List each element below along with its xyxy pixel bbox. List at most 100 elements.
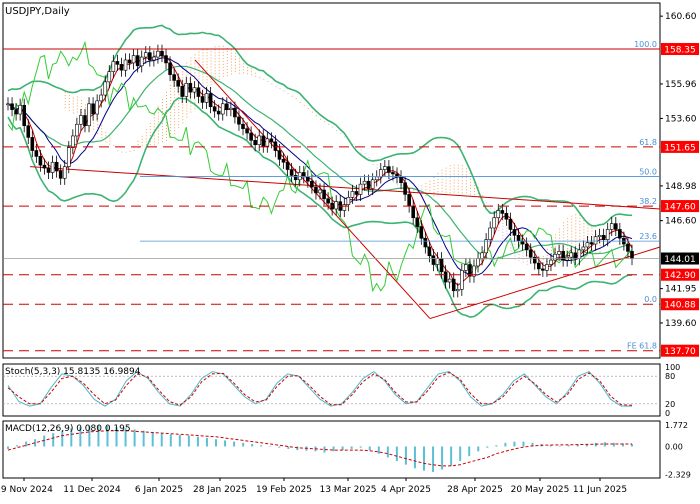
cloud-dot xyxy=(174,94,176,96)
cloud-dot xyxy=(449,192,451,194)
y-tick-label: 139.60 xyxy=(665,319,697,329)
cloud-dot xyxy=(202,88,204,90)
cloud-dot xyxy=(64,95,66,97)
cloud-dot xyxy=(218,57,220,59)
cloud-dot xyxy=(583,229,585,231)
cloud-dot xyxy=(202,52,204,54)
cloud-dot xyxy=(433,195,435,197)
candle-body xyxy=(383,166,387,170)
cloud-dot xyxy=(161,102,163,104)
cloud-dot xyxy=(473,185,475,187)
cloud-dot xyxy=(210,54,212,56)
cloud-dot xyxy=(206,67,208,69)
cloud-dot xyxy=(307,108,309,110)
cloud-dot xyxy=(202,61,204,63)
cloud-dot xyxy=(145,135,147,137)
cloud-dot xyxy=(453,191,455,193)
cloud-dot xyxy=(243,72,245,74)
candle-body xyxy=(484,239,488,254)
cloud-dot xyxy=(202,79,204,81)
macd-histogram-bar xyxy=(341,446,344,451)
fib-label: 50.0 xyxy=(639,168,657,177)
cloud-dot xyxy=(238,66,240,68)
level-fib-label: 100.0 xyxy=(634,40,657,49)
cloud-dot xyxy=(490,208,492,210)
cloud-dot xyxy=(320,118,321,120)
cloud-dot xyxy=(587,233,589,235)
cloud-dot xyxy=(186,74,188,76)
cloud-dot xyxy=(174,97,176,99)
price-level-label: 147.60 xyxy=(664,203,696,213)
cloud-dot xyxy=(457,167,459,169)
cloud-dot xyxy=(429,180,431,182)
cloud-dot xyxy=(129,151,131,153)
cloud-dot xyxy=(157,121,159,123)
cloud-dot xyxy=(461,165,463,167)
cloud-dot xyxy=(186,110,188,112)
cloud-dot xyxy=(137,140,139,142)
cloud-dot xyxy=(157,142,159,144)
candle-body xyxy=(520,240,525,245)
cloud-dot xyxy=(559,231,561,233)
cloud-dot xyxy=(170,123,172,125)
cloud-dot xyxy=(157,133,159,135)
cloud-dot xyxy=(210,63,212,65)
candle-body xyxy=(257,135,262,146)
candle-body xyxy=(71,135,75,148)
cloud-dot xyxy=(149,128,151,130)
cloud-dot xyxy=(563,231,565,233)
cloud-dot xyxy=(360,149,362,151)
candle-body xyxy=(184,83,189,97)
cloud-dot xyxy=(587,224,589,226)
cloud-dot xyxy=(571,233,573,235)
candle-body xyxy=(601,234,606,240)
candle-body xyxy=(577,249,582,259)
cloud-dot xyxy=(591,230,593,232)
cloud-dot xyxy=(469,193,471,195)
candle-body xyxy=(119,64,124,71)
cloud-dot xyxy=(64,98,66,100)
candle-body xyxy=(626,243,630,252)
cloud-dot xyxy=(567,230,569,232)
cloud-dot xyxy=(429,186,431,188)
cloud-dot xyxy=(101,137,103,139)
cloud-dot xyxy=(587,227,589,229)
cloud-dot xyxy=(214,58,216,60)
cloud-dot xyxy=(583,223,585,225)
cloud-dot xyxy=(68,95,70,97)
cloud-dot xyxy=(332,126,334,128)
candle-body xyxy=(87,103,91,127)
cloud-dot xyxy=(599,245,601,247)
cloud-dot xyxy=(494,208,496,210)
cloud-dot xyxy=(174,103,176,105)
cloud-dot xyxy=(230,58,232,60)
candle-body xyxy=(135,55,140,67)
cloud-dot xyxy=(510,244,512,246)
cloud-dot xyxy=(542,255,544,257)
cloud-dot xyxy=(214,76,216,78)
cloud-dot xyxy=(166,136,168,138)
cloud-dot xyxy=(153,135,155,137)
cloud-dot xyxy=(392,181,394,183)
cloud-dot xyxy=(76,96,78,98)
cloud-dot xyxy=(97,127,99,129)
cloud-dot xyxy=(210,51,212,53)
cloud-dot xyxy=(226,65,228,67)
cloud-dot xyxy=(579,223,581,225)
cloud-dot xyxy=(157,115,159,117)
cloud-dot xyxy=(210,81,212,83)
cloud-dot xyxy=(267,81,269,83)
stoch-y-label: 20 xyxy=(665,400,675,409)
price-level-label: 140.88 xyxy=(664,301,696,311)
macd-histogram-bar xyxy=(404,446,407,465)
cloud-dot xyxy=(555,234,557,236)
cloud-dot xyxy=(214,70,216,72)
cloud-dot xyxy=(157,112,159,114)
cloud-dot xyxy=(174,115,176,117)
cloud-dot xyxy=(263,78,265,80)
x-tick-label: 11 Jun 2025 xyxy=(573,485,627,495)
candle-body xyxy=(532,256,537,264)
cloud-dot xyxy=(437,182,439,184)
cloud-dot xyxy=(567,218,569,220)
candle-body xyxy=(593,236,598,245)
